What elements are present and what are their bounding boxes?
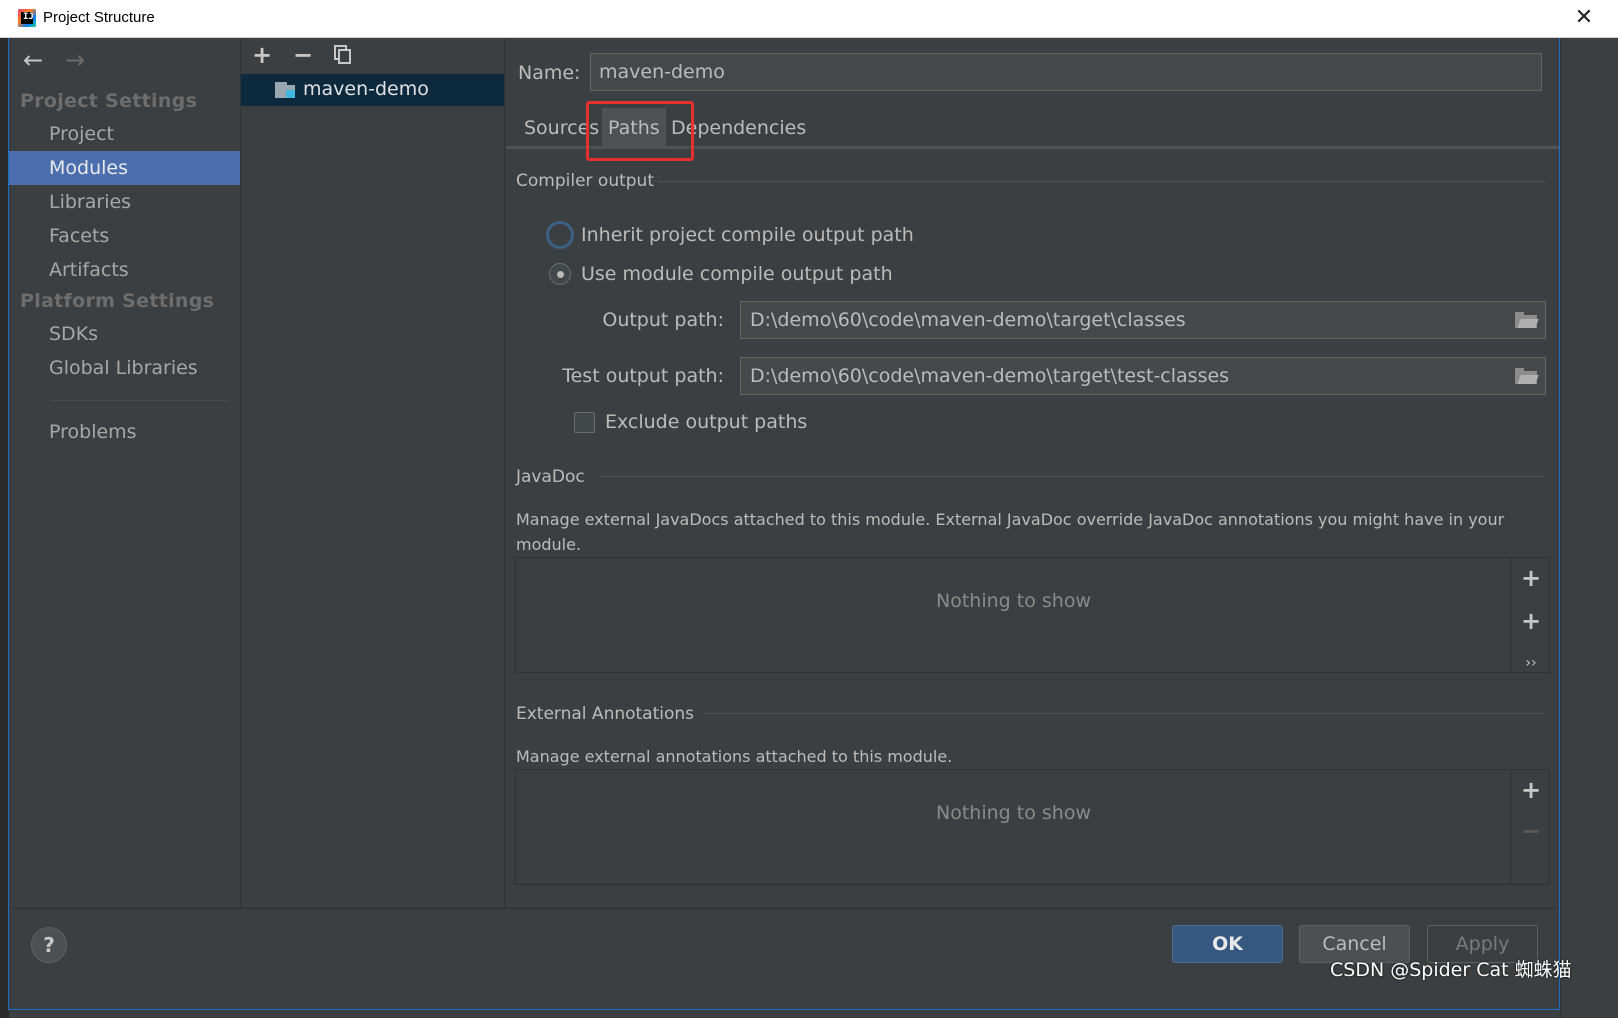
forward-arrow-icon[interactable]: → <box>65 48 85 72</box>
sidebar-item-global-libraries[interactable]: Global Libraries <box>9 351 240 385</box>
add-javadoc-url-icon[interactable]: + <box>1516 609 1546 633</box>
remove-annotation-icon[interactable]: − <box>1516 819 1546 843</box>
add-annotation-icon[interactable]: + <box>1516 778 1546 802</box>
dialog-footer: ? OK Cancel Apply <box>9 908 1560 1010</box>
browse-folder-icon[interactable] <box>1515 312 1539 328</box>
javadoc-description: Manage external JavaDocs attached to thi… <box>516 510 1505 554</box>
annotations-empty-text: Nothing to show <box>936 802 1091 824</box>
remove-module-icon[interactable]: − <box>290 42 316 68</box>
platform-settings-heading: Platform Settings <box>20 290 215 312</box>
module-tree-label: maven-demo <box>303 78 429 100</box>
output-path-field[interactable]: D:\demo\60\code\maven-demo\target\classe… <box>740 301 1546 339</box>
external-annotations-list[interactable]: Nothing to show + − <box>515 769 1550 885</box>
intellij-app-icon: IJ <box>18 9 36 27</box>
tab-sources[interactable]: Sources <box>518 108 605 148</box>
tabs-underline <box>506 146 1560 149</box>
compiler-output-heading: Compiler output <box>516 171 654 191</box>
javadoc-heading: JavaDoc <box>516 467 585 487</box>
module-folder-icon <box>275 82 295 98</box>
javadoc-separator <box>598 476 1546 477</box>
settings-sidebar: ← → Project Settings Project Modules Lib… <box>9 38 241 908</box>
window-title: Project Structure <box>43 9 155 26</box>
browse-folder-icon[interactable] <box>1515 368 1539 384</box>
ok-button[interactable]: OK <box>1172 925 1283 963</box>
background-ide-right-edge <box>1560 38 1618 1018</box>
output-path-value: D:\demo\60\code\maven-demo\target\classe… <box>750 309 1186 331</box>
sidebar-divider <box>49 400 229 401</box>
sidebar-item-modules[interactable]: Modules <box>9 151 240 185</box>
module-output-label: Use module compile output path <box>581 263 893 285</box>
module-settings-panel: Name: maven-demo Sources Paths Dependenc… <box>506 38 1560 908</box>
test-output-path-value: D:\demo\60\code\maven-demo\target\test-c… <box>750 365 1230 387</box>
add-javadoc-icon[interactable]: + <box>1516 566 1546 590</box>
module-name-input[interactable]: maven-demo <box>590 53 1542 91</box>
exclude-output-checkbox[interactable] <box>574 412 595 433</box>
project-settings-heading: Project Settings <box>20 90 198 112</box>
csdn-watermark: CSDN @Spider Cat 蜘蛛猫 <box>1330 959 1572 981</box>
exclude-output-label: Exclude output paths <box>605 411 808 433</box>
modules-toolbar: + − <box>241 38 505 72</box>
help-icon[interactable]: ? <box>31 927 67 963</box>
output-path-label: Output path: <box>602 309 724 331</box>
sidebar-item-sdks[interactable]: SDKs <box>9 317 240 351</box>
module-output-radio[interactable] <box>549 263 571 285</box>
background-ide-edge <box>0 38 9 1018</box>
name-label: Name: <box>518 62 581 84</box>
sidebar-item-problems[interactable]: Problems <box>9 415 240 449</box>
more-actions-icon[interactable]: ›› <box>1516 651 1546 675</box>
javadoc-list[interactable]: Nothing to show + + ›› <box>515 557 1550 673</box>
sidebar-item-facets[interactable]: Facets <box>9 219 240 253</box>
test-output-path-field[interactable]: D:\demo\60\code\maven-demo\target\test-c… <box>740 357 1546 395</box>
close-icon[interactable]: ✕ <box>1570 4 1598 32</box>
title-bar: IJ Project Structure ✕ <box>0 0 1618 38</box>
compiler-output-separator <box>658 181 1546 182</box>
inherit-output-radio[interactable] <box>546 221 574 249</box>
external-annotations-separator <box>704 713 1546 714</box>
sidebar-item-libraries[interactable]: Libraries <box>9 185 240 219</box>
add-module-icon[interactable]: + <box>249 42 275 68</box>
inherit-output-label: Inherit project compile output path <box>581 224 914 246</box>
module-tree-item[interactable]: maven-demo <box>241 74 504 106</box>
modules-list-panel: + − maven-demo <box>241 38 505 908</box>
back-arrow-icon[interactable]: ← <box>23 48 43 72</box>
copy-module-icon[interactable] <box>334 45 352 65</box>
tab-paths[interactable]: Paths <box>602 108 666 148</box>
test-output-path-label: Test output path: <box>562 365 724 387</box>
sidebar-item-artifacts[interactable]: Artifacts <box>9 253 240 287</box>
tab-dependencies[interactable]: Dependencies <box>665 108 812 148</box>
javadoc-empty-text: Nothing to show <box>936 590 1091 612</box>
external-annotations-heading: External Annotations <box>516 704 695 724</box>
external-annotations-description: Manage external annotations attached to … <box>516 747 953 766</box>
sidebar-item-project[interactable]: Project <box>9 117 240 151</box>
